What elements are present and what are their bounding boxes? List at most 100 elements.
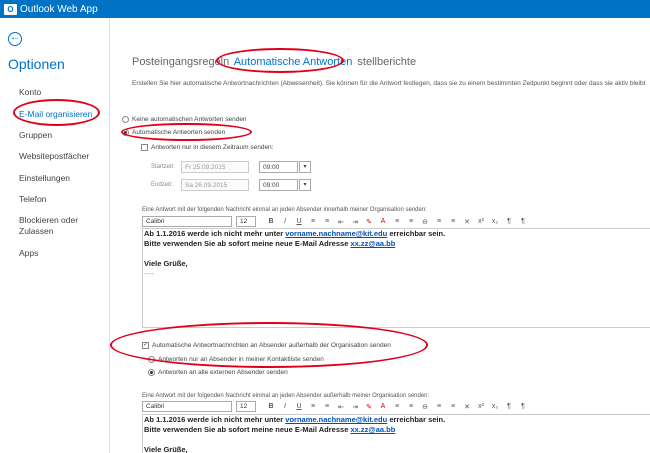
underline-icon[interactable]: U: [292, 403, 306, 411]
start-time-label: Startzeit:: [151, 164, 175, 170]
remove-link-icon[interactable]: ✕: [460, 218, 474, 226]
all-external-label: Antworten an alle externen Absender send…: [158, 369, 288, 376]
sidebar-item-apps[interactable]: Apps: [19, 248, 38, 258]
sidebar-item-email-organisieren[interactable]: E-Mail organisieren: [19, 109, 92, 119]
contacts-only-radio[interactable]: [148, 356, 155, 363]
internal-message-editor[interactable]: Ab 1.1.2016 werde ich nicht mehr unter v…: [142, 228, 650, 328]
external-greeting: Viele Grüße,: [144, 445, 188, 453]
superscript-icon[interactable]: x²: [474, 218, 488, 226]
send-replies-option[interactable]: Automatische Antworten senden: [122, 129, 225, 136]
internal-format-icons: B I U ≡ ≡ ⇤ ⇥ ✎ A ≡ ≡ ⊖ ≡ ≡ ✕ x² x₂ ¶ ¶: [264, 218, 530, 226]
end-time-label: Endzeit:: [151, 182, 173, 188]
all-external-radio[interactable]: [148, 369, 155, 376]
indent-icon[interactable]: ⇥: [348, 403, 362, 411]
align-right-icon[interactable]: ≡: [432, 403, 446, 411]
tab-posteingangsregeln[interactable]: Posteingangsregeln: [132, 56, 229, 68]
contacts-only-label: Antworten nur an Absender in meiner Kont…: [158, 356, 324, 363]
internal-greeting: Viele Grüße,: [144, 259, 188, 268]
sidebar-item-konto[interactable]: Konto: [19, 87, 41, 97]
external-message-editor[interactable]: Ab 1.1.2016 werde ich nicht mehr unter v…: [142, 414, 650, 453]
superscript-icon[interactable]: x²: [474, 403, 488, 411]
sidebar-item-websitepostfaecher[interactable]: Websitepostfächer: [19, 151, 89, 161]
align-center-icon[interactable]: ≡: [404, 218, 418, 226]
bullet-list-icon[interactable]: ≡: [306, 218, 320, 226]
external-message-label: Eine Antwort mit der folgenden Nachricht…: [142, 393, 430, 399]
new-email-link[interactable]: xx.zz@aa.bb: [350, 425, 395, 434]
external-editor-toolbar: Calibri 12 B I U ≡ ≡ ⇤ ⇥ ✎ A ≡ ≡ ⊖ ≡ ≡ ✕…: [142, 400, 650, 413]
bullet-list-icon[interactable]: ≡: [306, 403, 320, 411]
start-date-input[interactable]: Fr 25.09.2015: [181, 161, 249, 173]
numbered-list-icon[interactable]: ≡: [320, 403, 334, 411]
end-date-input[interactable]: Sa 26.09.2015: [181, 179, 249, 191]
start-time-select[interactable]: 09:00: [259, 161, 298, 173]
old-email-link[interactable]: vorname.nachname@kit.edu: [285, 229, 387, 238]
send-replies-radio[interactable]: [122, 129, 129, 136]
no-replies-option[interactable]: Keine automatischen Antworten senden: [122, 116, 247, 123]
sidebar-title: Optionen: [8, 56, 65, 72]
all-external-option[interactable]: Antworten an alle externen Absender send…: [148, 369, 288, 376]
ltr-icon[interactable]: ¶: [502, 403, 516, 411]
period-checkbox[interactable]: [141, 144, 148, 151]
tab-automatische-antworten[interactable]: Automatische Antworten: [234, 56, 353, 68]
external-line-2: Bitte verwenden Sie ab sofort meine neue…: [144, 425, 396, 434]
align-center-icon[interactable]: ≡: [404, 403, 418, 411]
align-left-icon[interactable]: ≡: [390, 218, 404, 226]
underline-icon[interactable]: U: [292, 218, 306, 226]
justify-icon[interactable]: ≡: [446, 218, 460, 226]
internal-line-2: Bitte verwenden Sie ab sofort meine neue…: [144, 239, 396, 248]
rtl-icon[interactable]: ¶: [516, 403, 530, 411]
sidebar-item-blockieren[interactable]: Blockieren oder: [19, 215, 78, 225]
align-left-icon[interactable]: ≡: [390, 403, 404, 411]
external-checkbox[interactable]: ✓: [142, 342, 149, 349]
intro-text: Erstellen Sie hier automatische Antwortn…: [132, 80, 646, 87]
back-arrow-icon[interactable]: ←: [8, 32, 22, 46]
end-time-select[interactable]: 09:00: [259, 179, 298, 191]
italic-icon[interactable]: I: [278, 403, 292, 411]
justify-icon[interactable]: ≡: [446, 403, 460, 411]
tab-zustellberichte[interactable]: stellberichte: [357, 56, 416, 68]
bold-icon[interactable]: B: [264, 403, 278, 411]
sidebar: ← Optionen Konto E-Mail organisieren Gru…: [0, 18, 110, 453]
contacts-only-option[interactable]: Antworten nur an Absender in meiner Kont…: [148, 356, 324, 363]
internal-editor-toolbar: Calibri 12 B I U ≡ ≡ ⇤ ⇥ ✎ A ≡ ≡ ⊖ ≡ ≡ ✕…: [142, 215, 650, 228]
indent-icon[interactable]: ⇥: [348, 218, 362, 226]
font-color-icon[interactable]: A: [376, 218, 390, 226]
internal-font-select[interactable]: Calibri: [142, 216, 232, 227]
ltr-icon[interactable]: ¶: [502, 218, 516, 226]
sidebar-item-einstellungen[interactable]: Einstellungen: [19, 173, 70, 183]
bold-icon[interactable]: B: [264, 218, 278, 226]
end-time-dropdown-icon[interactable]: ▾: [299, 179, 311, 191]
italic-icon[interactable]: I: [278, 218, 292, 226]
sidebar-item-telefon[interactable]: Telefon: [19, 194, 46, 204]
subscript-icon[interactable]: x₂: [488, 403, 502, 411]
rtl-icon[interactable]: ¶: [516, 218, 530, 226]
link-icon[interactable]: ⊖: [418, 403, 432, 411]
no-replies-radio[interactable]: [122, 116, 129, 123]
remove-link-icon[interactable]: ✕: [460, 403, 474, 411]
period-option[interactable]: Antworten nur in diesem Zeitraum senden:: [141, 144, 273, 151]
app-title: Outlook Web App: [20, 3, 98, 15]
external-size-select[interactable]: 12: [236, 401, 256, 412]
numbered-list-icon[interactable]: ≡: [320, 218, 334, 226]
font-color-icon[interactable]: A: [376, 403, 390, 411]
sidebar-item-zulassen[interactable]: Zulassen: [19, 226, 54, 236]
old-email-link[interactable]: vorname.nachname@kit.edu: [285, 415, 387, 424]
external-option[interactable]: ✓ Automatische Antwortnachrichten an Abs…: [142, 342, 391, 349]
outdent-icon[interactable]: ⇤: [334, 218, 348, 226]
outlook-logo-icon: O: [4, 3, 17, 15]
app-header: O Outlook Web App: [0, 0, 650, 18]
align-right-icon[interactable]: ≡: [432, 218, 446, 226]
highlight-icon[interactable]: ✎: [362, 403, 376, 411]
external-font-select[interactable]: Calibri: [142, 401, 232, 412]
new-email-link[interactable]: xx.zz@aa.bb: [350, 239, 395, 248]
subscript-icon[interactable]: x₂: [488, 218, 502, 226]
start-time-dropdown-icon[interactable]: ▾: [299, 161, 311, 173]
outdent-icon[interactable]: ⇤: [334, 403, 348, 411]
internal-line-1: Ab 1.1.2016 werde ich nicht mehr unter v…: [144, 229, 446, 238]
internal-message-label: Eine Antwort mit der folgenden Nachricht…: [142, 207, 427, 213]
link-icon[interactable]: ⊖: [418, 218, 432, 226]
sidebar-item-gruppen[interactable]: Gruppen: [19, 130, 52, 140]
internal-size-select[interactable]: 12: [236, 216, 256, 227]
highlight-icon[interactable]: ✎: [362, 218, 376, 226]
internal-blank-line: [143, 249, 650, 259]
